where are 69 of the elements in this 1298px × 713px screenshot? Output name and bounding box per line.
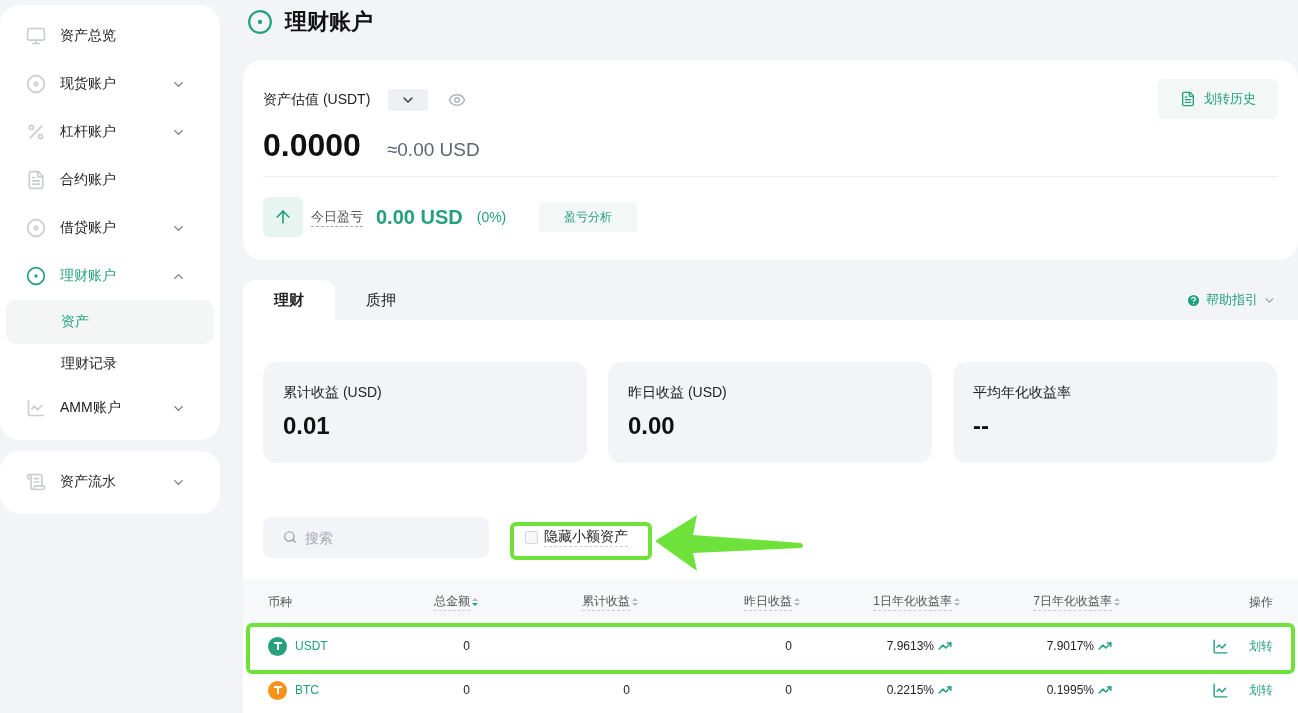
sort-icon[interactable] bbox=[954, 597, 960, 607]
usd-approx-value: ≈0.00 USD bbox=[386, 139, 480, 161]
table-cell: 0 bbox=[463, 683, 470, 697]
help-icon bbox=[1186, 292, 1201, 308]
sort-icon[interactable] bbox=[632, 597, 638, 607]
table-cell: 7.9613% bbox=[886, 639, 934, 653]
stat-value: -- bbox=[973, 412, 990, 440]
transfer-link[interactable]: 划转 bbox=[1249, 637, 1273, 655]
document-icon bbox=[1180, 91, 1196, 107]
stat-value: 0.00 bbox=[628, 412, 676, 440]
chart-icon[interactable] bbox=[1212, 637, 1229, 655]
tab[interactable]: 质押 bbox=[335, 280, 427, 320]
column-header[interactable]: 总金额 bbox=[368, 593, 478, 611]
sidebar-item[interactable]: 资产流水 bbox=[6, 458, 214, 506]
coin-icon bbox=[26, 74, 46, 94]
table-cell: 0 bbox=[463, 639, 470, 653]
asset-value: 0.0000 bbox=[263, 127, 361, 164]
eye-icon[interactable] bbox=[448, 91, 467, 109]
transfer-link[interactable]: 划转 bbox=[1249, 681, 1273, 699]
sidebar-item[interactable]: 资产总览 bbox=[6, 12, 214, 60]
hide-small-assets-label[interactable]: 隐藏小额资产 bbox=[544, 528, 628, 547]
column-header[interactable]: 累计收益 bbox=[478, 593, 638, 611]
sidebar-item[interactable]: AMM账户 bbox=[6, 384, 214, 432]
column-header: 币种 bbox=[268, 593, 293, 611]
table-cell: 0 bbox=[623, 683, 630, 697]
search-field[interactable]: 搜索 bbox=[263, 517, 489, 558]
trend-icon[interactable] bbox=[938, 683, 952, 697]
sidebar-item[interactable]: 借贷账户 bbox=[6, 204, 214, 252]
sidebar-subitem[interactable]: 理财记录 bbox=[6, 344, 214, 384]
asset-valuation-label: 资产估值 (USDT) bbox=[263, 91, 371, 109]
stat-label: 累计收益 (USD) bbox=[283, 384, 383, 402]
search-icon bbox=[283, 530, 297, 544]
document-icon bbox=[26, 472, 46, 492]
table-cell: 0.2215% bbox=[886, 683, 934, 697]
coin-icon bbox=[247, 9, 273, 35]
stat-label: 平均年化收益率 bbox=[973, 384, 1072, 402]
sidebar-item[interactable]: 合约账户 bbox=[6, 156, 214, 204]
sort-icon[interactable] bbox=[1114, 597, 1120, 607]
checkbox[interactable] bbox=[525, 531, 538, 544]
column-header[interactable]: 昨日收益 bbox=[638, 593, 800, 611]
table-cell: 0.1995% bbox=[1046, 683, 1094, 697]
stat-value: 0.01 bbox=[283, 412, 331, 440]
today-pnl-value: 0.00 USD bbox=[376, 205, 463, 229]
tab[interactable]: 理财 bbox=[243, 280, 335, 320]
table-cell: 7.9017% bbox=[1046, 639, 1094, 653]
sidebar-item[interactable]: 现货账户 bbox=[6, 60, 214, 108]
trend-icon[interactable] bbox=[938, 639, 952, 653]
coin-icon bbox=[26, 218, 46, 238]
coin-icon bbox=[26, 266, 46, 286]
stat-label: 昨日收益 (USD) bbox=[628, 384, 728, 402]
chart-icon bbox=[26, 398, 46, 418]
sidebar-item[interactable]: 杠杆账户 bbox=[6, 108, 214, 156]
column-header[interactable]: 7日年化收益率 bbox=[960, 593, 1120, 611]
column-header: 操作 bbox=[1248, 593, 1273, 611]
sort-icon[interactable] bbox=[472, 597, 478, 607]
today-pnl-label: 今日盈亏 bbox=[311, 207, 363, 227]
trend-icon[interactable] bbox=[1098, 639, 1112, 653]
today-pnl-percent: (0%) bbox=[476, 209, 507, 225]
sort-icon[interactable] bbox=[794, 597, 800, 607]
monitor-icon bbox=[26, 26, 46, 46]
currency-dropdown[interactable] bbox=[388, 89, 429, 111]
table-cell: 0 bbox=[785, 683, 792, 697]
page-title: 理财账户 bbox=[285, 8, 373, 36]
trend-icon[interactable] bbox=[1098, 683, 1112, 697]
document-icon bbox=[26, 170, 46, 190]
percent-icon bbox=[26, 122, 46, 142]
column-header[interactable]: 1日年化收益率 bbox=[800, 593, 960, 611]
table-cell: 0 bbox=[785, 639, 792, 653]
chart-icon[interactable] bbox=[1212, 681, 1229, 699]
